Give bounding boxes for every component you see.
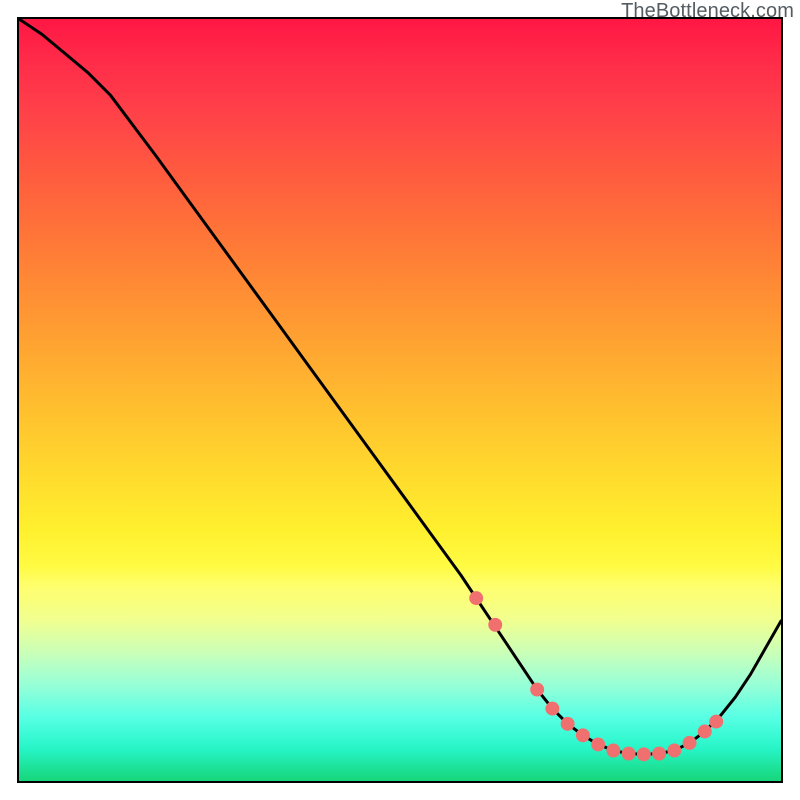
- chart-container: TheBottleneck.com: [0, 0, 800, 800]
- highlight-dot: [561, 717, 575, 731]
- highlight-dot: [469, 591, 483, 605]
- highlight-dot: [545, 702, 559, 716]
- bottleneck-curve: [19, 19, 781, 754]
- highlight-markers: [469, 591, 723, 761]
- highlight-dot: [622, 747, 636, 761]
- highlight-dot: [667, 744, 681, 758]
- highlight-dot: [576, 728, 590, 742]
- highlight-dot: [606, 744, 620, 758]
- highlight-dot: [530, 683, 544, 697]
- plot-area: [17, 17, 783, 783]
- highlight-dot: [709, 715, 723, 729]
- highlight-dot: [683, 736, 697, 750]
- highlight-dot: [652, 747, 666, 761]
- highlight-dot: [488, 618, 502, 632]
- highlight-dot: [591, 737, 605, 751]
- highlight-dot: [637, 747, 651, 761]
- highlight-dot: [698, 725, 712, 739]
- curve-layer: [19, 19, 781, 781]
